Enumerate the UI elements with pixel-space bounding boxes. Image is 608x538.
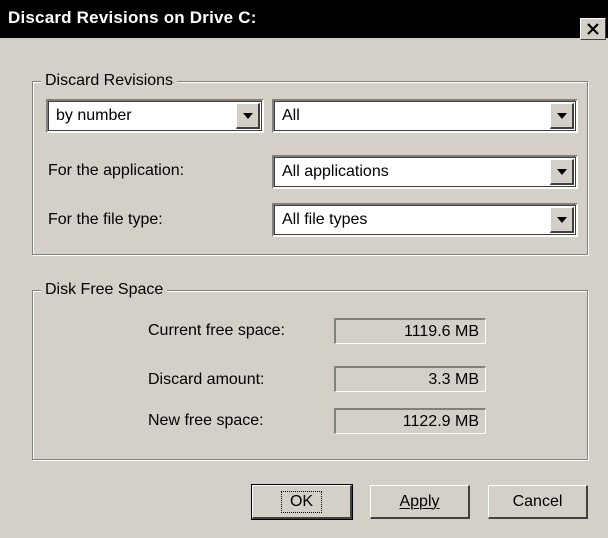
current-free-space-value: 1119.6 MB bbox=[403, 323, 479, 340]
chevron-down-icon bbox=[243, 113, 253, 119]
filetype-value: All file types bbox=[282, 211, 368, 228]
discard-method-dropdown[interactable]: by number bbox=[46, 99, 264, 133]
discard-amount-arrow-button[interactable] bbox=[550, 103, 574, 129]
discard-amount-value: 3.3 MB bbox=[428, 371, 479, 388]
filetype-label: For the file type: bbox=[48, 211, 163, 228]
close-button[interactable] bbox=[580, 18, 606, 40]
apply-button[interactable]: Apply bbox=[370, 485, 470, 519]
application-label: For the application: bbox=[48, 162, 185, 179]
disk-free-space-legend: Disk Free Space bbox=[41, 280, 168, 300]
chevron-down-icon bbox=[557, 169, 567, 175]
dialog-window: Discard Revisions on Drive C: Discard Re… bbox=[0, 0, 608, 538]
filetype-dropdown[interactable]: All file types bbox=[272, 203, 578, 237]
discard-method-arrow-button[interactable] bbox=[236, 103, 260, 129]
close-icon bbox=[587, 23, 599, 35]
disk-free-space-group: Disk Free Space bbox=[32, 280, 588, 460]
current-free-space-readout: 1119.6 MB bbox=[334, 318, 486, 344]
application-value: All applications bbox=[282, 163, 389, 180]
discard-revisions-legend: Discard Revisions bbox=[41, 71, 178, 91]
title-bar[interactable]: Discard Revisions on Drive C: bbox=[0, 0, 608, 40]
discard-amount-readout: 3.3 MB bbox=[334, 366, 486, 392]
new-free-space-value: 1122.9 MB bbox=[402, 413, 479, 430]
cancel-button-label: Cancel bbox=[512, 492, 563, 510]
discard-amount-dropdown[interactable]: All bbox=[272, 99, 578, 133]
chevron-down-icon bbox=[557, 217, 567, 223]
current-free-space-label: Current free space: bbox=[148, 322, 285, 339]
new-free-space-readout: 1122.9 MB bbox=[334, 408, 486, 434]
ok-button-label: OK bbox=[280, 490, 323, 513]
filetype-arrow-button[interactable] bbox=[550, 207, 574, 233]
ok-button[interactable]: OK bbox=[251, 484, 353, 520]
discard-method-value: by number bbox=[56, 107, 132, 124]
chevron-down-icon bbox=[557, 113, 567, 119]
discard-amount-value: All bbox=[282, 107, 300, 124]
application-dropdown[interactable]: All applications bbox=[272, 155, 578, 189]
apply-button-label: Apply bbox=[399, 492, 440, 510]
cancel-button[interactable]: Cancel bbox=[488, 485, 588, 519]
application-arrow-button[interactable] bbox=[550, 159, 574, 185]
discard-amount-label: Discard amount: bbox=[148, 371, 265, 388]
new-free-space-label: New free space: bbox=[148, 412, 264, 429]
window-title: Discard Revisions on Drive C: bbox=[8, 8, 257, 27]
